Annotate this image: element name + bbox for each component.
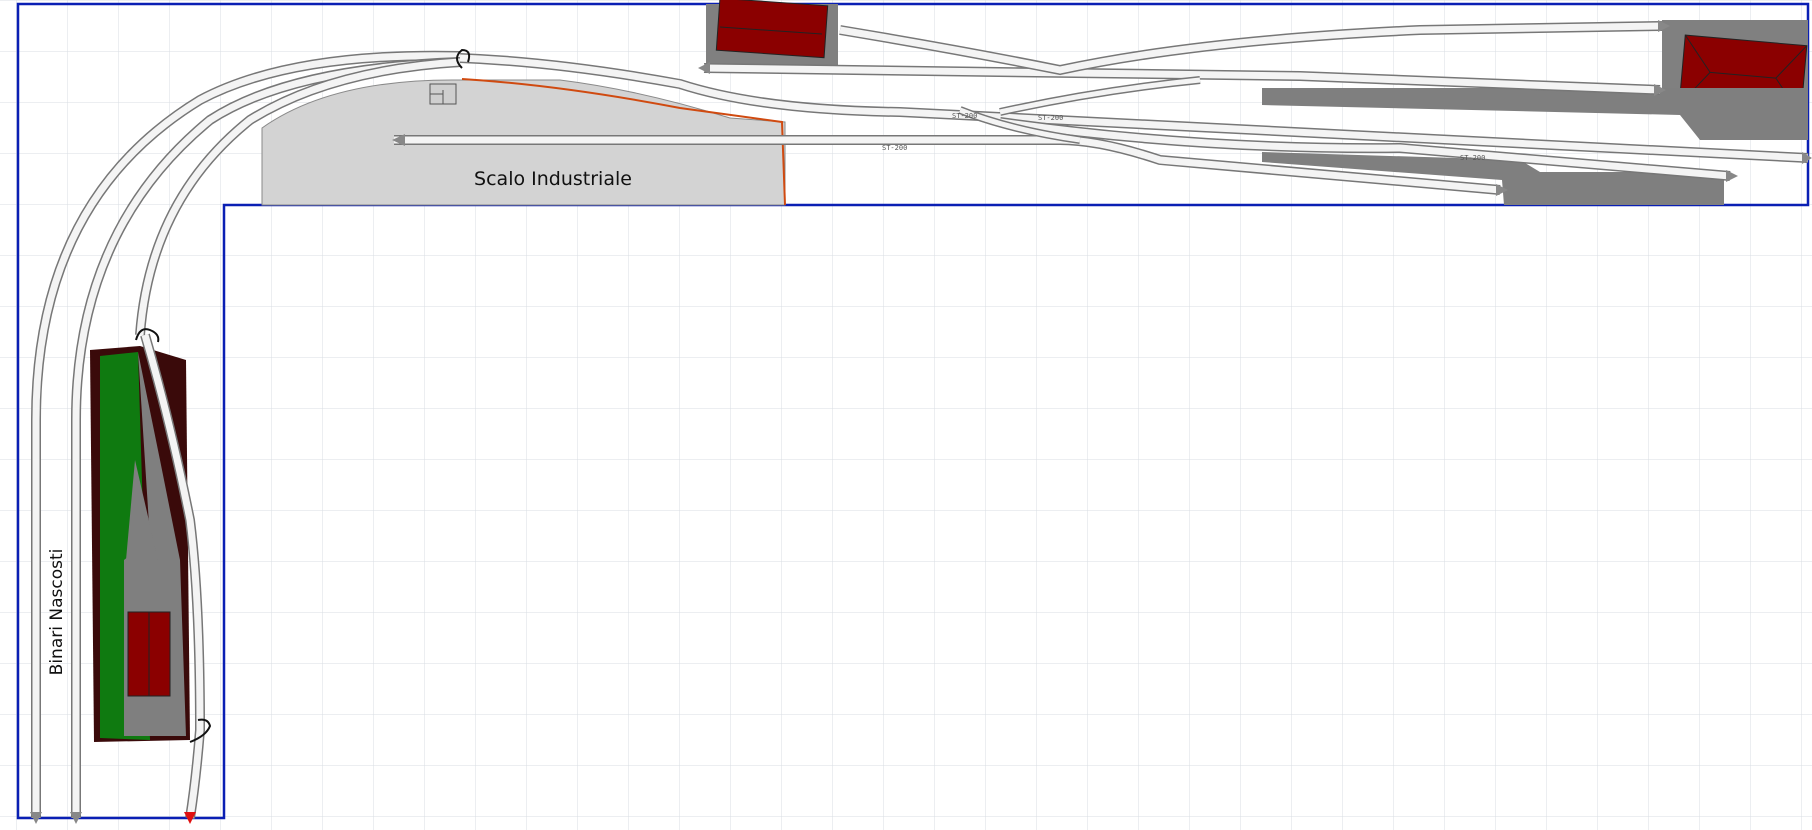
yard-small-building: [429, 83, 457, 105]
track-code-2: ST-200: [952, 112, 977, 120]
track-code-4: ST-200: [1460, 154, 1485, 162]
building-top-left[interactable]: [706, 0, 838, 66]
left-station-block[interactable]: [90, 346, 190, 742]
layout-canvas: ST-200 ST-200 ST-200 ST-200 Scalo Indust…: [0, 0, 1812, 830]
track-code-1: ST-200: [882, 144, 907, 152]
track-code-3: ST-200: [1038, 114, 1063, 122]
hidden-tracks-label: Binari Nascosti: [47, 549, 67, 676]
industrial-yard-label: Scalo Industriale: [474, 168, 632, 190]
